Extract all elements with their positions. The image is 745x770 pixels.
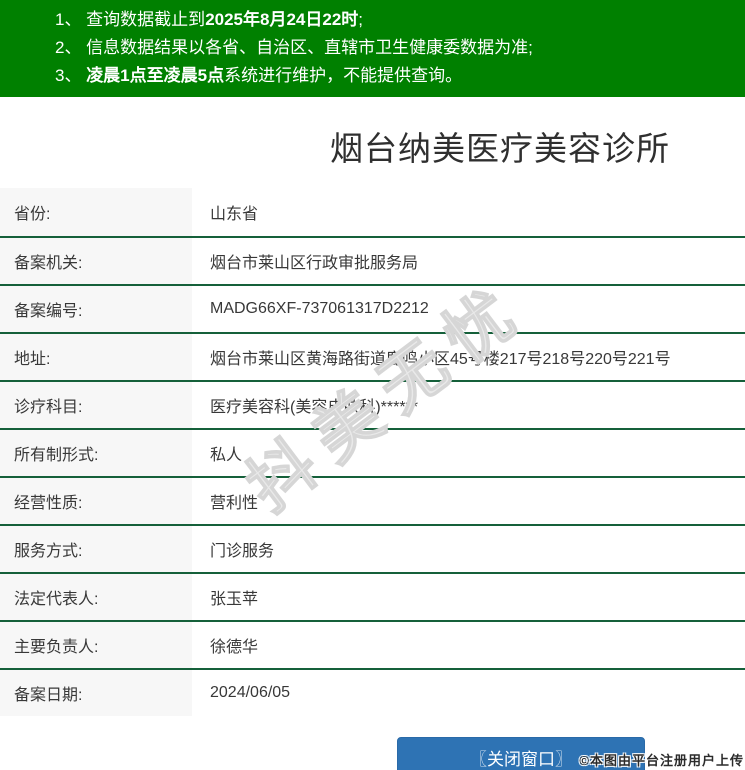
notice-line-1-pre: 1、 查询数据截止到 bbox=[55, 10, 205, 29]
row-label: 法定代表人: bbox=[0, 574, 192, 620]
row-label: 备案日期: bbox=[0, 670, 192, 716]
notice-line-1-post: ; bbox=[358, 10, 363, 29]
notice-line-3-post: 系统进行维护，不能提供查询。 bbox=[224, 66, 462, 85]
row-value: 营利性 bbox=[192, 478, 745, 524]
row-label: 主要负责人: bbox=[0, 622, 192, 668]
row-label: 备案编号: bbox=[0, 286, 192, 332]
info-table: 省份: 山东省 备案机关: 烟台市莱山区行政审批服务局 备案编号: MADG66… bbox=[0, 188, 745, 716]
row-value: 门诊服务 bbox=[192, 526, 745, 572]
table-row-filing-number: 备案编号: MADG66XF-737061317D2212 bbox=[0, 284, 745, 332]
table-row-main-person-in-charge: 主要负责人: 徐德华 bbox=[0, 620, 745, 668]
row-value: 烟台市莱山区行政审批服务局 bbox=[192, 238, 745, 284]
row-value: 山东省 bbox=[192, 188, 745, 236]
notice-banner: 1、 查询数据截止到2025年8月24日22时; 2、 信息数据结果以各省、自治… bbox=[0, 0, 745, 97]
upload-caption: ©本图由平台注册用户上传 bbox=[579, 750, 744, 769]
table-row-service-mode: 服务方式: 门诊服务 bbox=[0, 524, 745, 572]
table-row-filing-date: 备案日期: 2024/06/05 bbox=[0, 668, 745, 716]
notice-line-3-pre: 3、 bbox=[55, 66, 86, 85]
table-row-address: 地址: 烟台市莱山区黄海路街道鹿鸣小区45号楼217号218号220号221号 bbox=[0, 332, 745, 380]
query-result-page: 1、 查询数据截止到2025年8月24日22时; 2、 信息数据结果以各省、自治… bbox=[0, 0, 745, 770]
row-value: 张玉苹 bbox=[192, 574, 745, 620]
notice-line-2-pre: 2、 信息数据结果以各省、自治区、直辖市卫生健康委数据为准; bbox=[55, 38, 533, 57]
row-value: 医疗美容科(美容皮肤科)****** bbox=[192, 382, 745, 428]
notice-line-2: 2、 信息数据结果以各省、自治区、直辖市卫生健康委数据为准; bbox=[55, 34, 735, 62]
table-row-medical-subjects: 诊疗科目: 医疗美容科(美容皮肤科)****** bbox=[0, 380, 745, 428]
table-row-filing-authority: 备案机关: 烟台市莱山区行政审批服务局 bbox=[0, 236, 745, 284]
table-row-business-nature: 经营性质: 营利性 bbox=[0, 476, 745, 524]
row-label: 所有制形式: bbox=[0, 430, 192, 476]
table-row-province: 省份: 山东省 bbox=[0, 188, 745, 236]
notice-line-1-bold: 2025年8月24日22时 bbox=[205, 10, 358, 29]
notice-line-3-bold: 凌晨1点至凌晨5点 bbox=[86, 66, 224, 85]
row-value: 烟台市莱山区黄海路街道鹿鸣小区45号楼217号218号220号221号 bbox=[192, 334, 745, 380]
row-label: 地址: bbox=[0, 334, 192, 380]
row-label: 诊疗科目: bbox=[0, 382, 192, 428]
row-label: 省份: bbox=[0, 188, 192, 236]
clinic-title: 烟台纳美医疗美容诊所 bbox=[0, 122, 745, 170]
row-value: MADG66XF-737061317D2212 bbox=[192, 286, 745, 332]
table-row-legal-representative: 法定代表人: 张玉苹 bbox=[0, 572, 745, 620]
row-label: 备案机关: bbox=[0, 238, 192, 284]
row-label: 服务方式: bbox=[0, 526, 192, 572]
row-value: 徐德华 bbox=[192, 622, 745, 668]
row-value: 私人 bbox=[192, 430, 745, 476]
notice-line-3: 3、 凌晨1点至凌晨5点系统进行维护，不能提供查询。 bbox=[55, 62, 735, 90]
table-row-ownership-form: 所有制形式: 私人 bbox=[0, 428, 745, 476]
notice-line-1: 1、 查询数据截止到2025年8月24日22时; bbox=[55, 6, 735, 34]
row-label: 经营性质: bbox=[0, 478, 192, 524]
row-value: 2024/06/05 bbox=[192, 670, 745, 716]
